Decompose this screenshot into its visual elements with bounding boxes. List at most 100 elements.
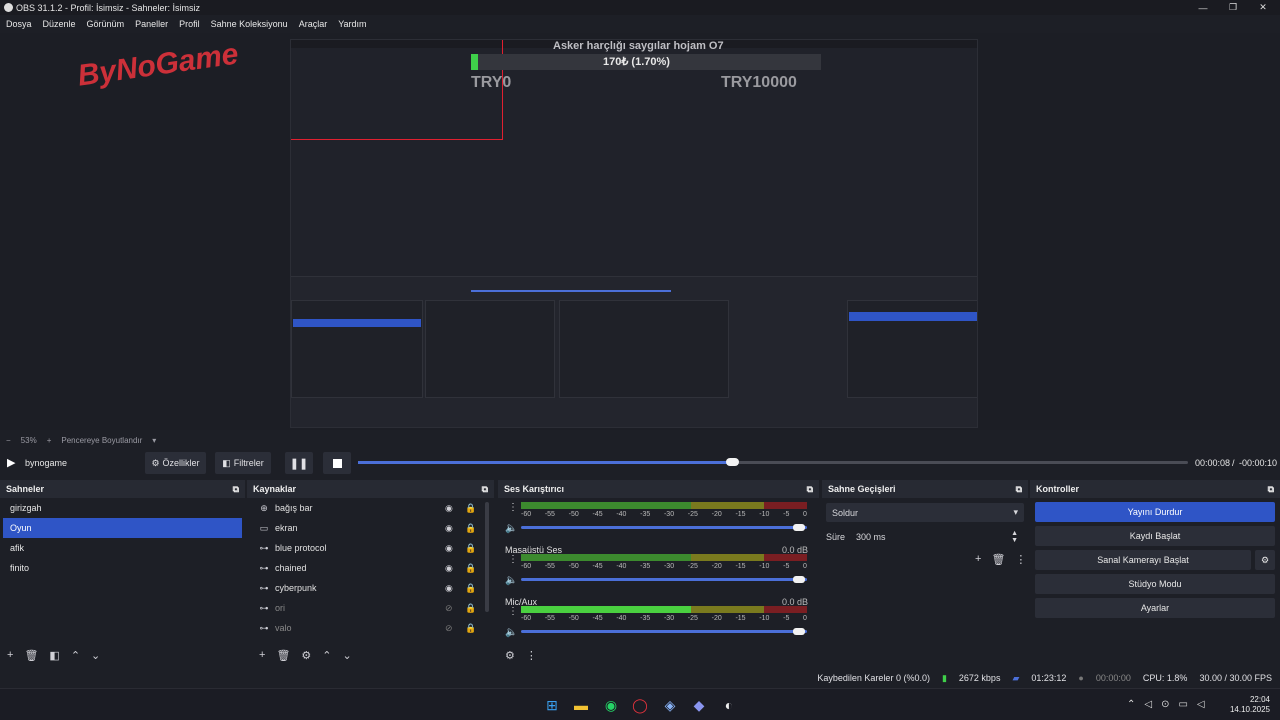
- eye-off-icon[interactable]: ⊘: [445, 603, 453, 614]
- volume-slider[interactable]: [521, 578, 807, 581]
- more-icon[interactable]: ⋮: [508, 502, 518, 513]
- menu-profil[interactable]: Profil: [179, 19, 200, 29]
- stop-button[interactable]: [323, 452, 351, 474]
- filters-icon[interactable]: ◧: [49, 649, 59, 662]
- undock-icon[interactable]: ⧉: [1268, 484, 1274, 495]
- lock-icon[interactable]: 🔒: [465, 623, 476, 634]
- more-icon[interactable]: ⋮: [1015, 553, 1026, 566]
- tray-icons[interactable]: ⌃◁⊙▭◁: [1127, 699, 1214, 710]
- menu-duzenle[interactable]: Düzenle: [43, 19, 76, 29]
- gear-icon[interactable]: ⚙: [301, 649, 311, 662]
- spinner-icon[interactable]: ▲ ▼: [1011, 530, 1018, 544]
- maximize-button[interactable]: ❐: [1218, 0, 1248, 15]
- volume-knob[interactable]: [793, 628, 805, 635]
- eye-icon[interactable]: ◉: [445, 583, 453, 594]
- eye-icon[interactable]: ◉: [445, 543, 453, 554]
- discord-icon[interactable]: ◆: [690, 696, 708, 714]
- whatsapp-icon[interactable]: ◉: [602, 696, 620, 714]
- menu-gorunum[interactable]: Görünüm: [87, 19, 125, 29]
- move-up-icon[interactable]: ⌃: [71, 649, 80, 662]
- start-virtual-camera-button[interactable]: Sanal Kamerayı Başlat: [1035, 550, 1251, 570]
- speaker-icon[interactable]: 🔈: [505, 627, 517, 638]
- lock-icon[interactable]: 🔒: [465, 603, 476, 614]
- clock[interactable]: 22:04 14.10.2025: [1228, 695, 1270, 715]
- undock-icon[interactable]: ⧉: [482, 484, 488, 495]
- media-seek-knob[interactable]: [726, 458, 739, 466]
- undock-icon[interactable]: ⧉: [1016, 484, 1022, 495]
- transition-select[interactable]: Soldur ▾: [826, 503, 1024, 522]
- move-down-icon[interactable]: ⌄: [343, 649, 352, 662]
- zoom-level[interactable]: 53%: [21, 436, 37, 445]
- properties-button[interactable]: ⚙ Özellikler: [145, 452, 206, 474]
- windows-start-icon[interactable]: ⊞: [543, 696, 561, 714]
- scene-item-afik[interactable]: afik: [3, 538, 242, 558]
- eye-icon[interactable]: ◉: [445, 503, 453, 514]
- more-icon[interactable]: ⋮: [508, 606, 518, 617]
- lock-icon[interactable]: 🔒: [465, 523, 476, 534]
- menu-yardim[interactable]: Yardım: [338, 19, 366, 29]
- source-item[interactable]: ⊕ bağış bar ◉ 🔒: [247, 498, 494, 518]
- volume-knob[interactable]: [793, 524, 805, 531]
- undock-icon[interactable]: ⧉: [807, 484, 813, 495]
- source-item[interactable]: ▭ ekran ◉ 🔒: [247, 518, 494, 538]
- fit-window-label[interactable]: Pencereye Boyutlandır: [61, 436, 142, 445]
- stop-streaming-button[interactable]: Yayını Durdur: [1035, 502, 1275, 522]
- move-down-icon[interactable]: ⌄: [91, 649, 100, 662]
- virtual-camera-settings-button[interactable]: ⚙: [1255, 550, 1275, 570]
- eye-off-icon[interactable]: ⊘: [445, 623, 453, 634]
- menu-paneller[interactable]: Paneller: [135, 19, 168, 29]
- pause-button[interactable]: ❚❚: [285, 452, 313, 474]
- source-item[interactable]: ⊶ cyberpunk ◉ 🔒: [247, 578, 494, 598]
- volume-slider[interactable]: [521, 630, 807, 633]
- duration-field[interactable]: 300 ms ▲ ▼: [852, 527, 1024, 546]
- scene-item-finito[interactable]: finito: [3, 558, 242, 578]
- studio-mode-button[interactable]: Stüdyo Modu: [1035, 574, 1275, 594]
- meter-tick: 0: [803, 615, 807, 622]
- file-explorer-icon[interactable]: ▬: [572, 696, 590, 714]
- speaker-icon[interactable]: 🔈: [505, 523, 517, 534]
- advanced-audio-icon[interactable]: ⚙: [505, 649, 515, 662]
- source-label: blue protocol: [275, 543, 327, 553]
- close-button[interactable]: ✕: [1248, 0, 1278, 15]
- lock-icon[interactable]: 🔒: [465, 563, 476, 574]
- eye-icon[interactable]: ◉: [445, 563, 453, 574]
- network-app-icon[interactable]: ◈: [661, 696, 679, 714]
- sources-scrollbar[interactable]: [485, 502, 489, 612]
- opera-icon[interactable]: ◯: [631, 696, 649, 714]
- trash-icon[interactable]: 🗑: [24, 649, 38, 662]
- lock-icon[interactable]: 🔒: [465, 543, 476, 554]
- source-item[interactable]: ⊶ blue protocol ◉ 🔒: [247, 538, 494, 558]
- volume-knob[interactable]: [793, 576, 805, 583]
- minimize-button[interactable]: —: [1188, 0, 1218, 15]
- zoom-out-button[interactable]: −: [6, 436, 11, 445]
- chevron-down-icon[interactable]: ▾: [152, 436, 156, 445]
- media-seek-bar[interactable]: [358, 458, 1188, 466]
- add-icon[interactable]: +: [259, 649, 265, 661]
- scene-item-oyun[interactable]: Oyun: [3, 518, 242, 538]
- filters-button[interactable]: ◧ Filtreler: [215, 452, 271, 474]
- settings-button[interactable]: Ayarlar: [1035, 598, 1275, 618]
- more-icon[interactable]: ⋮: [508, 554, 518, 565]
- trash-icon[interactable]: 🗑: [991, 553, 1005, 566]
- speaker-icon[interactable]: 🔈: [505, 575, 517, 586]
- source-item[interactable]: ⊶ valo ⊘ 🔒: [247, 618, 494, 638]
- eye-icon[interactable]: ◉: [445, 523, 453, 534]
- start-recording-button[interactable]: Kaydı Başlat: [1035, 526, 1275, 546]
- lock-icon[interactable]: 🔒: [465, 583, 476, 594]
- zoom-in-button[interactable]: +: [47, 436, 52, 445]
- add-icon[interactable]: +: [7, 649, 13, 661]
- source-item[interactable]: ⊶ ori ⊘ 🔒: [247, 598, 494, 618]
- menu-dosya[interactable]: Dosya: [6, 19, 32, 29]
- more-icon[interactable]: ⋮: [526, 649, 537, 662]
- volume-slider[interactable]: [521, 526, 807, 529]
- scene-item-girizgah[interactable]: girizgah: [3, 498, 242, 518]
- lock-icon[interactable]: 🔒: [465, 503, 476, 514]
- source-item[interactable]: ⊶ chained ◉ 🔒: [247, 558, 494, 578]
- play-icon[interactable]: ▶: [7, 456, 15, 469]
- move-up-icon[interactable]: ⌃: [322, 649, 331, 662]
- obs-taskbar-icon[interactable]: ◐: [720, 696, 738, 714]
- undock-icon[interactable]: ⧉: [233, 484, 239, 495]
- trash-icon[interactable]: 🗑: [276, 649, 290, 662]
- add-icon[interactable]: +: [975, 553, 981, 565]
- menu-sahne-koleksiyonu[interactable]: Sahne Koleksiyonu: [211, 19, 288, 29]
